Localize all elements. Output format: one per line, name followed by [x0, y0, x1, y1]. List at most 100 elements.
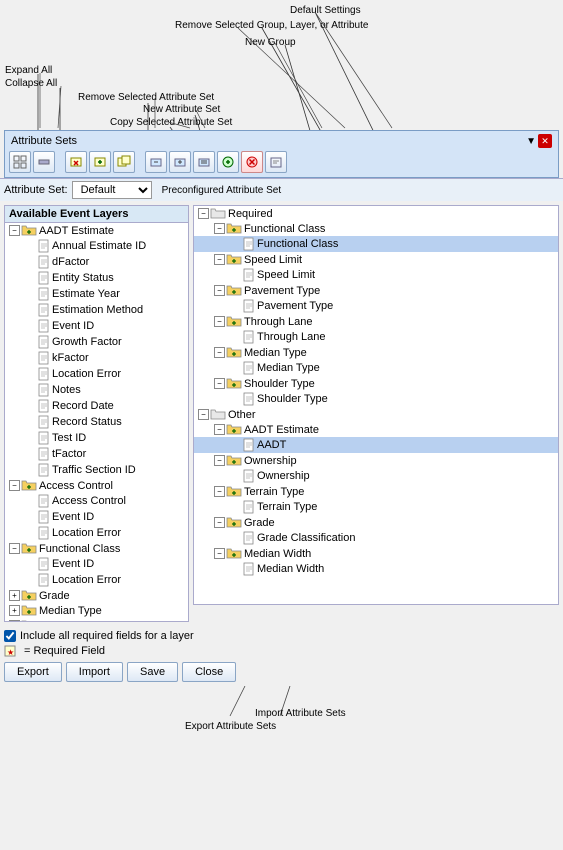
right-tree-item[interactable]: −Median Width	[194, 546, 558, 561]
right-tree-item[interactable]: −Speed Limit	[194, 252, 558, 267]
new-attr-set-button[interactable]	[89, 151, 111, 173]
include-checkbox[interactable]	[4, 630, 16, 642]
left-tree-item[interactable]: Record Status	[5, 414, 188, 430]
btn3-6[interactable]	[265, 151, 287, 173]
ann-export: Export Attribute Sets	[185, 721, 276, 732]
right-tree-item[interactable]: −Functional Class	[194, 221, 558, 236]
bottom-annotations: Export Attribute Sets Import Attribute S…	[0, 686, 563, 756]
right-item-label: Shoulder Type	[244, 378, 315, 390]
left-item-label: Location Error	[52, 527, 121, 539]
right-item-label: Shoulder Type	[257, 393, 328, 405]
left-item-label: Record Date	[52, 400, 114, 412]
left-tree-item[interactable]: Growth Factor	[5, 334, 188, 350]
right-tree-item[interactable]: Through Lane	[194, 329, 558, 345]
left-item-label: Location Error	[52, 574, 121, 586]
right-tree-item[interactable]: −Required	[194, 206, 558, 221]
toolbar-close-button[interactable]: ✕	[538, 134, 552, 148]
right-tree-item[interactable]: −AADT Estimate	[194, 422, 558, 437]
footer-buttons: Export Import Save Close	[4, 662, 559, 682]
left-tree-item[interactable]: −Functional Class	[5, 541, 188, 556]
left-tree-item[interactable]: Traffic Section ID	[5, 462, 188, 478]
right-tree-item[interactable]: Median Type	[194, 360, 558, 376]
right-tree-item[interactable]: Shoulder Type	[194, 391, 558, 407]
import-button[interactable]: Import	[66, 662, 123, 682]
copy-attr-set-button[interactable]	[113, 151, 135, 173]
right-panel-inner[interactable]: −Required−Functional ClassFunctional Cla…	[193, 205, 559, 605]
toolbar-dropdown-arrow[interactable]: ▼	[526, 136, 536, 147]
right-tree-item[interactable]: −Median Type	[194, 345, 558, 360]
required-field-icon: ★	[4, 644, 20, 658]
right-tree-item[interactable]: −Grade	[194, 515, 558, 530]
left-tree-item[interactable]: Access Control	[5, 493, 188, 509]
toolbar-title-bar: Attribute Sets ▼ ✕	[9, 133, 554, 149]
left-tree-item[interactable]: Event ID	[5, 509, 188, 525]
right-item-label: Median Type	[244, 347, 307, 359]
left-item-label: AADT Estimate	[39, 225, 114, 237]
left-tree-item[interactable]: +Median Width	[5, 618, 188, 622]
right-item-label: Through Lane	[257, 331, 326, 343]
close-button[interactable]: Close	[182, 662, 236, 682]
left-tree-item[interactable]: Estimate Year	[5, 286, 188, 302]
right-tree-item[interactable]: Grade Classification	[194, 530, 558, 546]
ann-expand-all: Expand All	[5, 65, 52, 76]
remove-attr-set-button[interactable]	[65, 151, 87, 173]
save-button[interactable]: Save	[127, 662, 178, 682]
left-tree-item[interactable]: Test ID	[5, 430, 188, 446]
attr-set-dropdown[interactable]: Default	[72, 181, 152, 199]
left-tree-item[interactable]: Annual Estimate ID	[5, 238, 188, 254]
right-item-label: Median Type	[257, 362, 320, 374]
left-tree-item[interactable]: −AADT Estimate	[5, 223, 188, 238]
right-item-label: Grade	[244, 517, 275, 529]
left-tree-item[interactable]: +Grade	[5, 588, 188, 603]
collapse-all-button[interactable]	[33, 151, 55, 173]
left-tree-item[interactable]: Location Error	[5, 366, 188, 382]
toolbar-title: Attribute Sets	[11, 135, 77, 147]
right-tree-item[interactable]: −Shoulder Type	[194, 376, 558, 391]
left-tree-item[interactable]: Event ID	[5, 556, 188, 572]
left-panel-list[interactable]: −AADT EstimateAnnual Estimate IDdFactor E…	[4, 222, 189, 622]
left-item-label: Test ID	[52, 432, 86, 444]
right-tree-item[interactable]: −Other	[194, 407, 558, 422]
left-tree-item[interactable]: Record Date	[5, 398, 188, 414]
right-item-label: Speed Limit	[257, 269, 315, 281]
left-tree-item[interactable]: +Median Type	[5, 603, 188, 618]
left-tree-item[interactable]: Location Error	[5, 525, 188, 541]
footer-area: Include all required fields for a layer …	[0, 626, 563, 686]
btn3-3[interactable]	[193, 151, 215, 173]
left-tree-item[interactable]: Location Error	[5, 572, 188, 588]
preconfigured-label: Preconfigured Attribute Set	[162, 185, 282, 196]
right-tree-item[interactable]: Ownership	[194, 468, 558, 484]
left-item-label: Entity Status	[52, 272, 114, 284]
btn3-1[interactable]	[145, 151, 167, 173]
export-button[interactable]: Export	[4, 662, 62, 682]
left-tree-item[interactable]: Event ID	[5, 318, 188, 334]
left-tree-item[interactable]: dFactor	[5, 254, 188, 270]
expand-all-button[interactable]	[9, 151, 31, 173]
btn3-4[interactable]	[217, 151, 239, 173]
left-tree-item[interactable]: −Access Control	[5, 478, 188, 493]
left-tree-item[interactable]: Entity Status	[5, 270, 188, 286]
left-item-label: Access Control	[52, 495, 126, 507]
left-tree-item[interactable]: Notes	[5, 382, 188, 398]
right-tree-item[interactable]: AADT	[194, 437, 558, 453]
ann-new-attr-set: New Attribute Set	[143, 104, 220, 115]
right-tree-item[interactable]: −Through Lane	[194, 314, 558, 329]
remove-group-button[interactable]	[241, 151, 263, 173]
right-tree-item[interactable]: −Pavement Type	[194, 283, 558, 298]
right-tree-item[interactable]: −Ownership	[194, 453, 558, 468]
right-tree-item[interactable]: Pavement Type	[194, 298, 558, 314]
btn3-2[interactable]	[169, 151, 191, 173]
left-tree-item[interactable]: kFactor	[5, 350, 188, 366]
right-tree-item[interactable]: Median Width	[194, 561, 558, 577]
right-tree-item[interactable]: Terrain Type	[194, 499, 558, 515]
right-item-label: Pavement Type	[244, 285, 320, 297]
left-tree-item[interactable]: Estimation Method	[5, 302, 188, 318]
right-item-label: Speed Limit	[244, 254, 302, 266]
left-tree-item[interactable]: tFactor	[5, 446, 188, 462]
left-item-label: Median Type	[39, 605, 102, 617]
right-tree-item[interactable]: Functional Class	[194, 236, 558, 252]
ann-new-group: New Group	[245, 37, 296, 48]
right-tree-item[interactable]: Speed Limit	[194, 267, 558, 283]
left-item-label: Access Control	[39, 480, 113, 492]
right-tree-item[interactable]: −Terrain Type	[194, 484, 558, 499]
